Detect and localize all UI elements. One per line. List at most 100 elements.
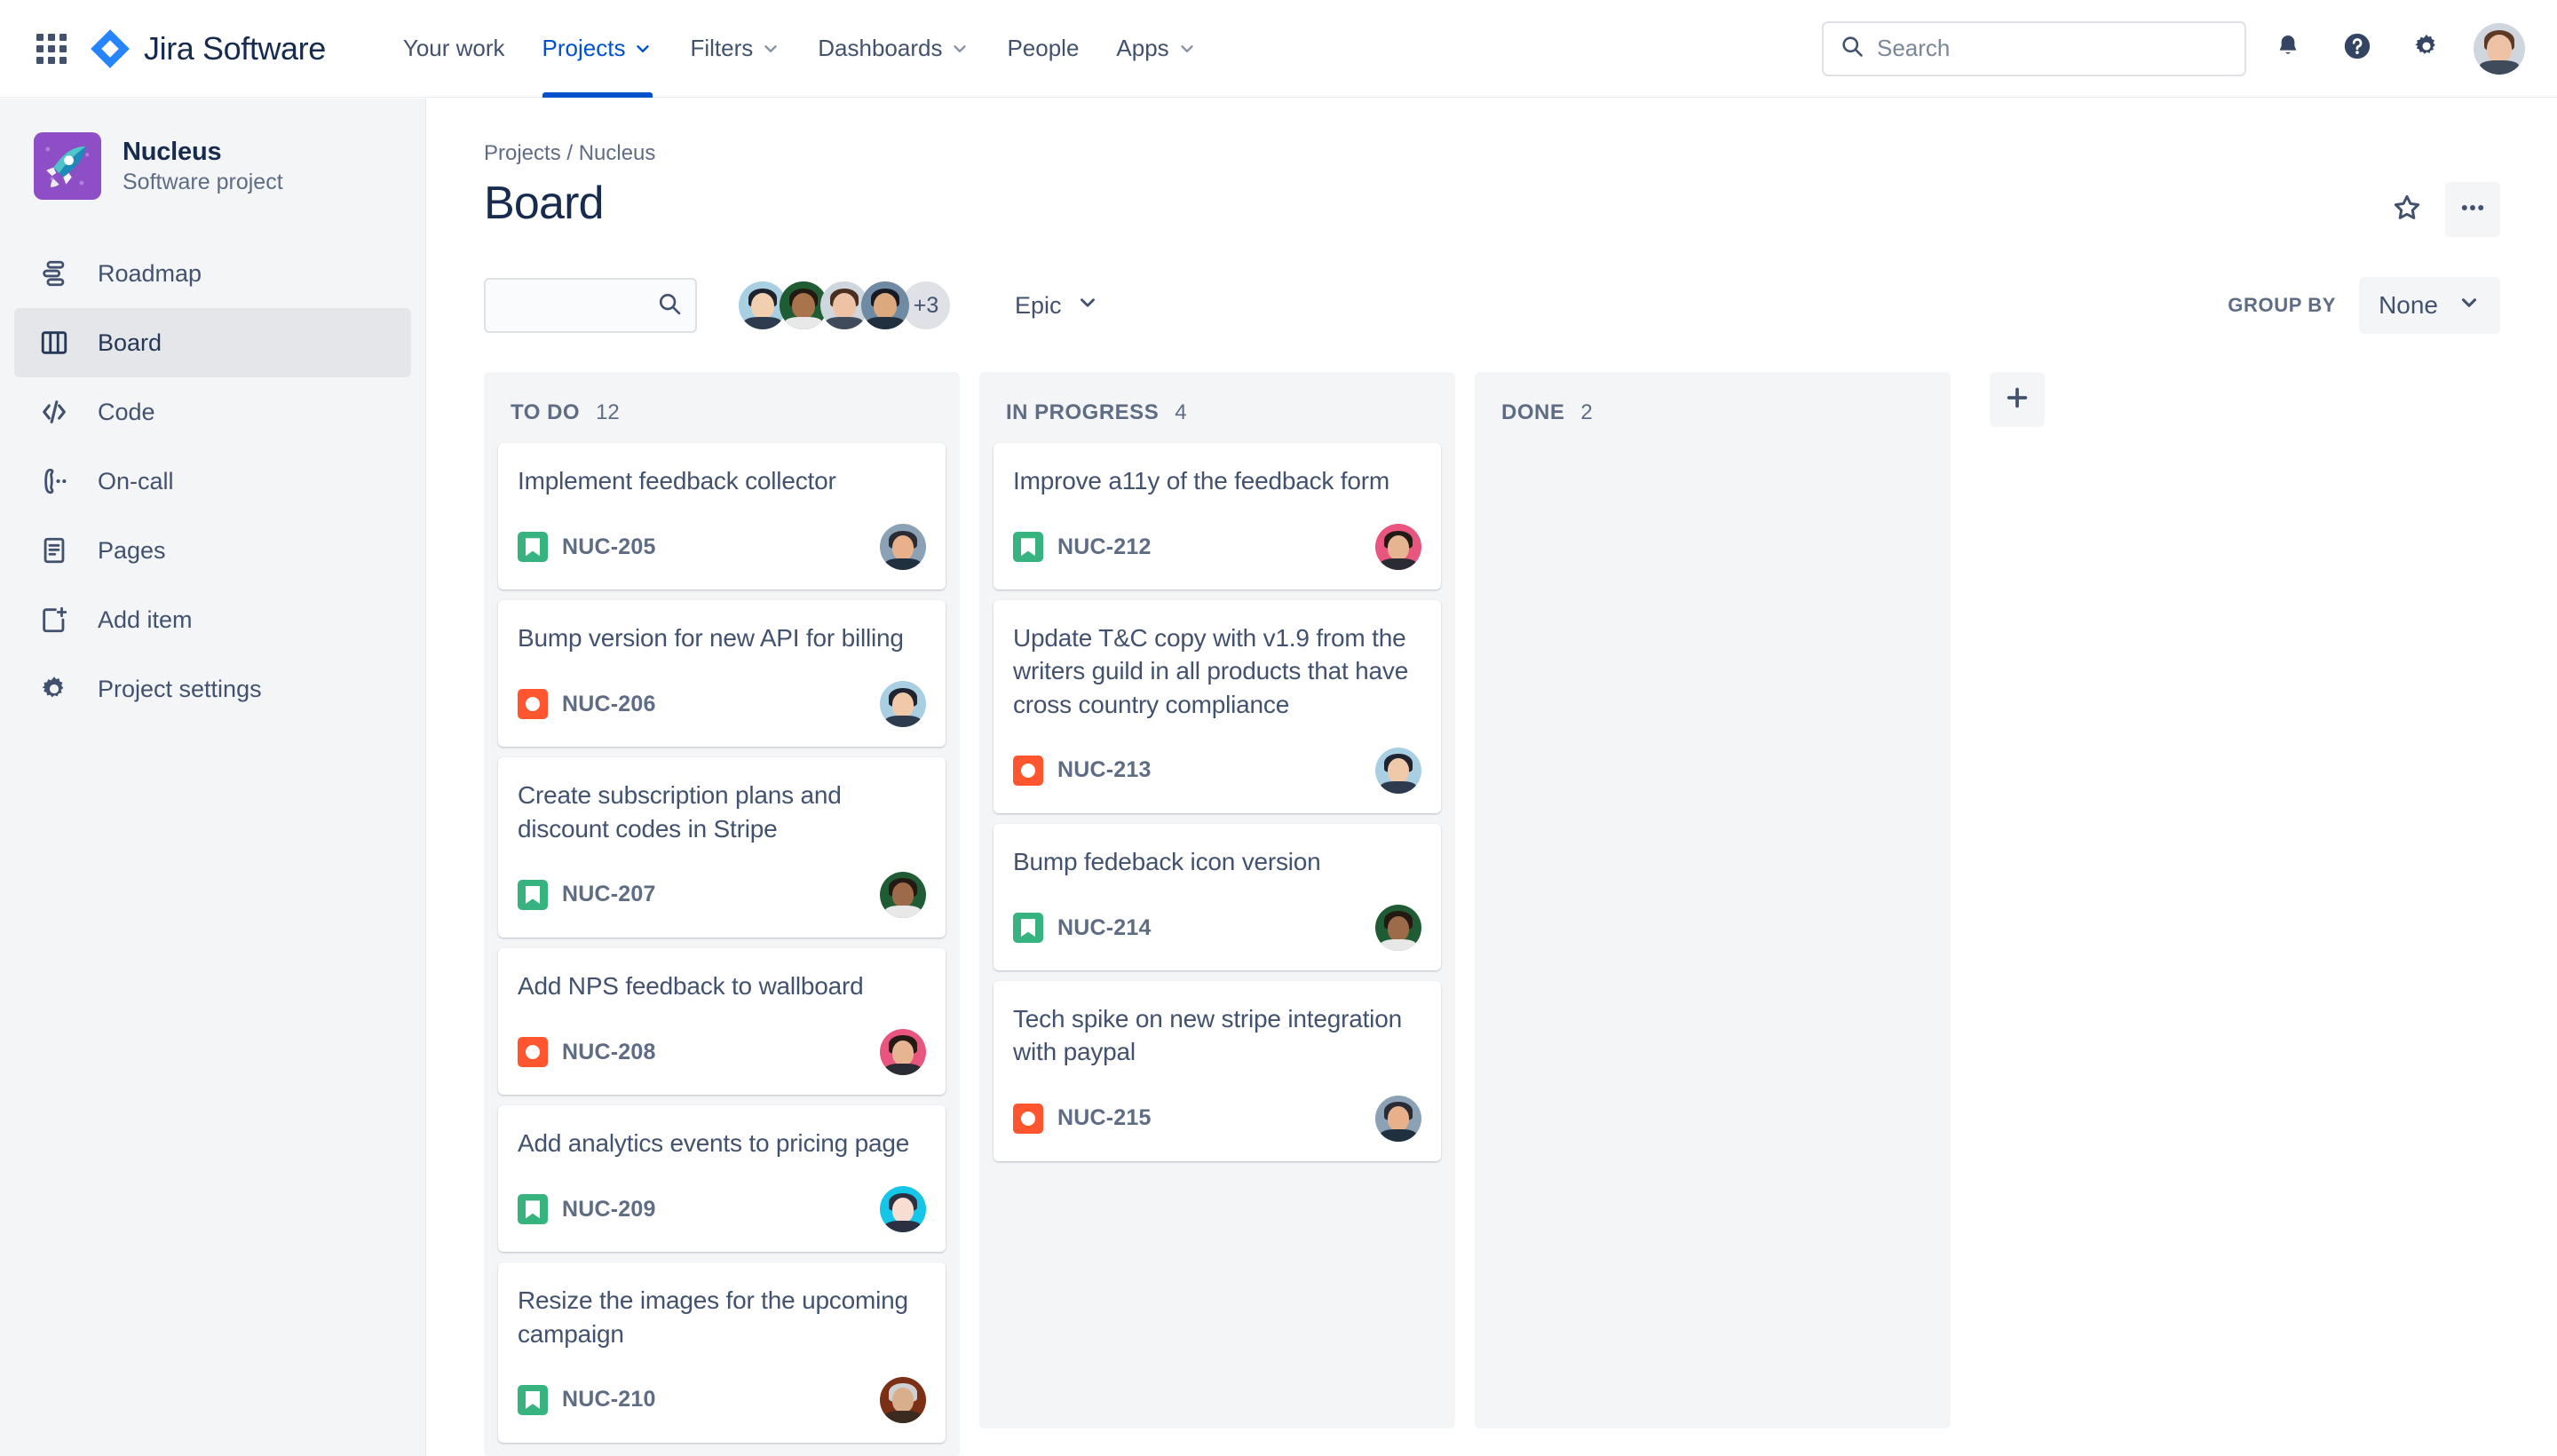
settings-button[interactable] <box>2399 21 2454 76</box>
page-title: Board <box>484 178 605 229</box>
bug-type-icon <box>518 689 548 720</box>
add-column-button[interactable] <box>1990 372 2045 427</box>
star-icon <box>2391 192 2423 228</box>
board-search-input[interactable] <box>498 292 656 319</box>
sidebar-item-label: Add item <box>98 605 193 633</box>
card-key[interactable]: NUC-214 <box>1057 915 1152 941</box>
board-search[interactable] <box>484 278 697 333</box>
assignee-avatar[interactable] <box>880 1029 926 1076</box>
column-count: 4 <box>1175 400 1187 424</box>
card-list: Improve a11y of the feedback form NUC-21… <box>994 443 1441 1161</box>
card-footer: NUC-214 <box>1013 903 1421 953</box>
board-card[interactable]: Bump fedeback icon version NUC-214 <box>994 823 1441 971</box>
assignee-avatar[interactable] <box>880 1186 926 1233</box>
card-key[interactable]: NUC-208 <box>562 1040 656 1065</box>
sidebar-item-pages[interactable]: Pages <box>14 516 411 585</box>
global-search[interactable] <box>1822 20 2246 76</box>
sidebar-item-label: Project settings <box>98 675 262 702</box>
help-circle-icon <box>2342 31 2372 66</box>
assignee-avatar[interactable] <box>1375 747 1421 794</box>
board-card[interactable]: Resize the images for the upcoming campa… <box>498 1262 946 1443</box>
card-title: Bump version for new API for billing <box>518 624 904 653</box>
sidebar-item-project-settings[interactable]: Project settings <box>14 654 411 724</box>
assignee-avatar[interactable] <box>1375 524 1421 571</box>
nav-item-label: Apps <box>1116 35 1169 61</box>
jira-home-link[interactable]: Jira Software <box>89 28 326 70</box>
card-key[interactable]: NUC-210 <box>562 1387 656 1412</box>
sidebar-item-code[interactable]: Code <box>14 377 411 447</box>
card-title: Bump fedeback icon version <box>1013 847 1321 875</box>
sidebar-item-add-item[interactable]: Add item <box>14 585 411 654</box>
board-card[interactable]: Create subscription plans and discount c… <box>498 757 946 938</box>
story-type-icon <box>518 1194 548 1225</box>
avatar[interactable] <box>859 279 912 332</box>
nav-item-projects[interactable]: Projects <box>524 0 672 98</box>
column-name: DONE <box>1501 400 1565 424</box>
epic-filter-dropdown[interactable]: Epic <box>1001 278 1113 333</box>
assignee-avatar[interactable] <box>880 1376 926 1423</box>
sidebar-item-label: Roadmap <box>98 259 202 287</box>
chevron-down-icon <box>761 39 780 59</box>
project-header[interactable]: Nucleus Software project <box>0 132 425 200</box>
card-key[interactable]: NUC-207 <box>562 882 656 907</box>
page-actions <box>2379 182 2500 237</box>
jira-logo-icon <box>91 28 130 68</box>
board-card[interactable]: Bump version for new API for billing NUC… <box>498 600 946 748</box>
nav-item-label: People <box>1007 35 1080 61</box>
board-card[interactable]: Improve a11y of the feedback form NUC-21… <box>994 443 1441 590</box>
board-column-to-do: TO DO 12 Implement feedback collector NU… <box>484 372 960 1456</box>
plus-icon <box>2003 384 2031 416</box>
card-key[interactable]: NUC-205 <box>562 534 656 560</box>
assignee-avatar[interactable] <box>880 524 926 571</box>
board-card[interactable]: Tech spike on new stripe integration wit… <box>994 981 1441 1161</box>
assignee-avatar[interactable] <box>880 681 926 728</box>
nav-item-people[interactable]: People <box>988 0 1097 98</box>
group-by-dropdown[interactable]: None <box>2359 277 2500 334</box>
search-icon <box>1840 34 1864 63</box>
card-key[interactable]: NUC-209 <box>562 1197 656 1223</box>
profile-avatar[interactable] <box>2474 22 2525 75</box>
breadcrumb[interactable]: Projects / Nucleus <box>484 141 2500 166</box>
card-key[interactable]: NUC-206 <box>562 692 656 717</box>
avatar-image <box>2474 22 2525 75</box>
bug-type-icon <box>1013 755 1043 786</box>
board-card[interactable]: Add analytics events to pricing page NUC… <box>498 1105 946 1253</box>
sidebar-item-label: Code <box>98 398 155 425</box>
card-footer: NUC-207 <box>518 870 926 920</box>
help-button[interactable] <box>2330 21 2385 76</box>
column-count: 12 <box>596 400 620 424</box>
board-card[interactable]: Update T&C copy with v1.9 from the write… <box>994 600 1441 813</box>
card-key[interactable]: NUC-212 <box>1057 534 1152 560</box>
assignee-avatar[interactable] <box>1375 905 1421 952</box>
more-actions-button[interactable] <box>2445 182 2500 237</box>
nav-item-apps[interactable]: Apps <box>1097 0 1215 98</box>
card-title: Create subscription plans and discount c… <box>518 781 842 843</box>
column-name: TO DO <box>511 400 581 424</box>
sidebar-item-board[interactable]: Board <box>14 308 411 377</box>
board-card[interactable]: Add NPS feedback to wallboard NUC-208 <box>498 947 946 1096</box>
app-switcher-button[interactable] <box>32 29 71 68</box>
search-input[interactable] <box>1877 35 2228 62</box>
card-footer: NUC-206 <box>518 679 926 729</box>
story-type-icon <box>518 532 548 563</box>
card-key[interactable]: NUC-215 <box>1057 1105 1152 1131</box>
sidebar-item-label: Board <box>98 328 162 356</box>
gear-icon <box>36 674 73 704</box>
sidebar-item-on-call[interactable]: On-call <box>14 447 411 516</box>
project-name: Nucleus <box>123 137 222 166</box>
assignee-avatar[interactable] <box>880 871 926 918</box>
card-footer: NUC-208 <box>518 1027 926 1077</box>
nav-item-dashboards[interactable]: Dashboards <box>799 0 988 98</box>
card-key[interactable]: NUC-213 <box>1057 757 1152 783</box>
assignee-avatar[interactable] <box>1375 1095 1421 1142</box>
sidebar-item-roadmap[interactable]: Roadmap <box>14 239 411 308</box>
column-header: DONE 2 <box>1489 388 1936 443</box>
star-button[interactable] <box>2379 182 2434 237</box>
grid-icon <box>36 33 67 64</box>
nav-item-label: Filters <box>690 35 754 61</box>
notifications-button[interactable] <box>2260 21 2316 76</box>
nav-item-filters[interactable]: Filters <box>671 0 799 98</box>
board-card[interactable]: Implement feedback collector NUC-205 <box>498 443 946 590</box>
story-type-icon <box>1013 913 1043 944</box>
nav-item-your-work[interactable]: Your work <box>384 0 524 98</box>
